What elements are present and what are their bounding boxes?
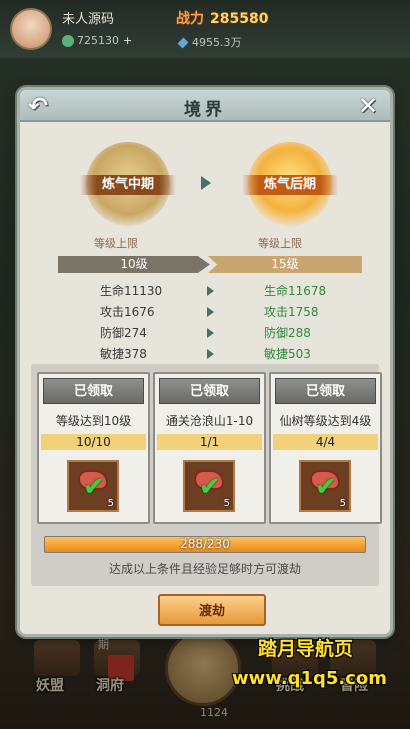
level-cap-caption-right: 等级上限: [258, 237, 302, 250]
reward-count: 5: [107, 498, 114, 509]
breakthrough-button[interactable]: 渡劫: [158, 594, 266, 626]
stat-hp-current: 生命11130: [100, 284, 163, 298]
current-realm-label: 炼气中期: [80, 175, 176, 195]
currency-gems: 4955.3万: [177, 34, 242, 50]
reward-item[interactable]: ✔ 5: [67, 460, 119, 512]
task-card: 已领取 仙树等级达到4级 4/4 ✔ 5: [269, 372, 382, 524]
check-icon: ✔: [83, 472, 105, 502]
stat-agi-next: 敏捷503: [264, 347, 311, 361]
task-progress: 4/4: [273, 434, 378, 450]
task-claimed-button[interactable]: 已领取: [275, 378, 376, 404]
gems-value: 4955.3万: [192, 36, 242, 49]
arrow-right-icon: [201, 176, 211, 190]
next-realm-orb: 炼气后期: [242, 142, 338, 226]
currency-coins: 725130 +: [62, 34, 132, 47]
arrow-right-icon: [207, 349, 214, 359]
task-card: 已领取 通关沧浪山1-10 1/1 ✔ 5: [153, 372, 266, 524]
task-name: 通关沧浪山1-10: [165, 414, 254, 428]
experience-bar: 288/230: [44, 536, 366, 553]
top-status-bar: 未人源码 战力 285580 725130 + 4955.3万: [0, 0, 410, 58]
task-progress: 1/1: [157, 434, 262, 450]
power-label: 战力: [176, 11, 204, 27]
stat-def-current: 防御274: [100, 326, 147, 340]
reward-item[interactable]: ✔ 5: [299, 460, 351, 512]
arrow-right-icon: [207, 286, 214, 296]
check-icon: ✔: [315, 472, 337, 502]
coin-icon: [62, 35, 74, 47]
close-x-icon[interactable]: ✕: [353, 92, 383, 120]
task-card: 已领取 等级达到10级 10/10 ✔ 5: [37, 372, 150, 524]
experience-text: 288/230: [180, 537, 230, 551]
stat-hp-next: 生命11678: [264, 284, 327, 298]
add-coins-button[interactable]: +: [123, 34, 132, 47]
task-name: 仙树等级达到4级: [279, 414, 372, 428]
current-realm-orb: 炼气中期: [80, 142, 176, 226]
level-cap-current: 10级: [58, 256, 210, 273]
check-icon: ✔: [199, 472, 221, 502]
realm-dialog: ↶ 境界 ✕ 炼气中期 炼气后期 等级上限 等级上限 10级 15级 生命111…: [20, 90, 390, 634]
reward-count: 5: [223, 498, 230, 509]
task-claimed-button[interactable]: 已领取: [43, 378, 144, 404]
breakthrough-task-panel: 已领取 等级达到10级 10/10 ✔ 5 已领取 通关沧浪山1-10 1/1 …: [31, 364, 382, 586]
level-cap-next: 15级: [208, 256, 362, 273]
breakthrough-hint: 达成以上条件且经验足够时方可渡劫: [108, 562, 301, 576]
task-name: 等级达到10级: [55, 414, 132, 428]
stat-atk-next: 攻击1758: [264, 305, 319, 319]
player-name: 未人源码: [62, 12, 115, 27]
watermark-title: 踏月导航页: [258, 638, 354, 660]
gem-icon: [177, 37, 189, 49]
avatar[interactable]: [10, 8, 52, 50]
arrow-right-icon: [207, 328, 214, 338]
reward-count: 5: [339, 498, 346, 509]
dialog-title: 境界: [184, 100, 226, 120]
task-progress: 10/10: [41, 434, 146, 450]
task-claimed-button[interactable]: 已领取: [159, 378, 260, 404]
next-realm-label: 炼气后期: [242, 175, 338, 195]
stat-agi-current: 敏捷378: [100, 347, 147, 361]
dialog-header: ↶ 境界 ✕: [20, 90, 390, 122]
stat-atk-current: 攻击1676: [100, 305, 155, 319]
level-cap-caption-left: 等级上限: [94, 237, 138, 250]
power-display: 战力 285580: [176, 8, 268, 28]
power-value: 285580: [210, 11, 269, 27]
stat-def-next: 防御288: [264, 326, 311, 340]
reward-item[interactable]: ✔ 5: [183, 460, 235, 512]
coins-value: 725130: [77, 34, 119, 47]
watermark-url: www.q1q5.com: [232, 668, 388, 689]
arrow-right-icon: [207, 307, 214, 317]
